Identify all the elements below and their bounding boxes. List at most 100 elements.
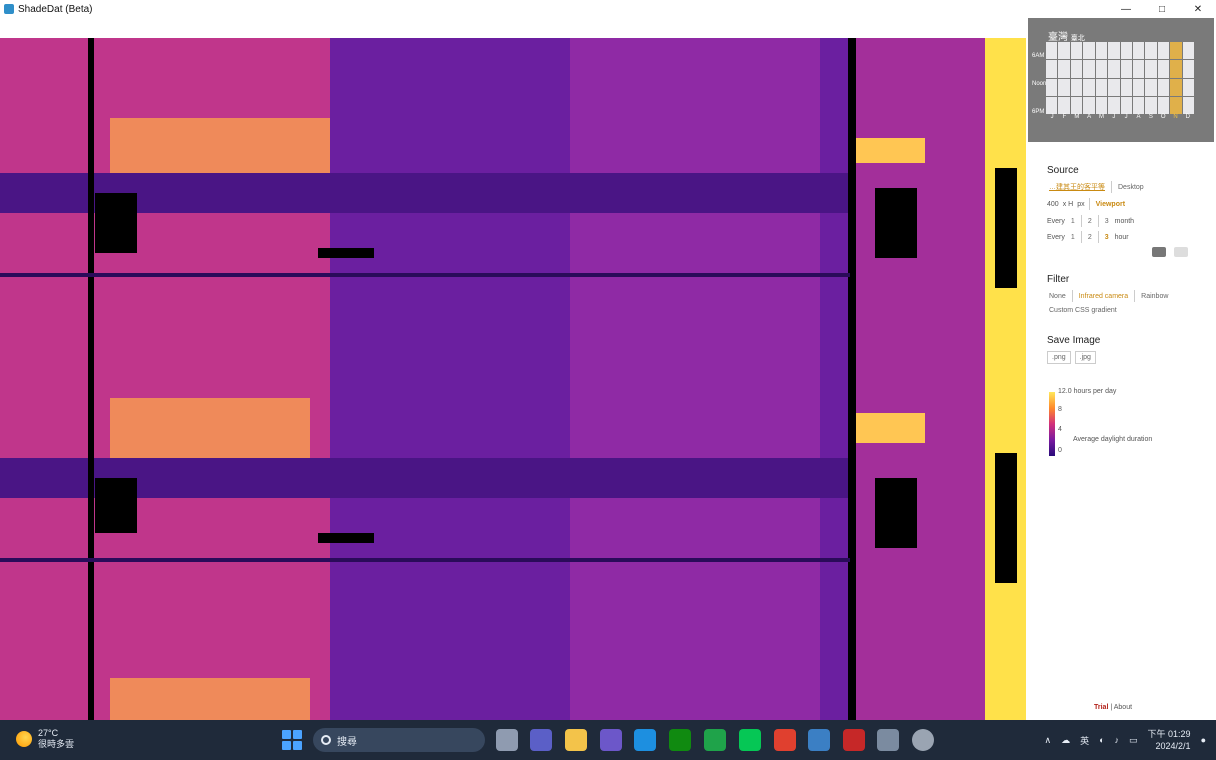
acrobat-icon[interactable]	[843, 729, 865, 751]
ime-indicator[interactable]: 英	[1080, 734, 1089, 747]
filter-rainbow[interactable]: Rainbow	[1139, 292, 1170, 301]
calendar-cell[interactable]	[1058, 60, 1070, 78]
file-explorer-icon[interactable]	[565, 729, 587, 751]
calendar-cell[interactable]	[1182, 96, 1194, 114]
calendar-cell[interactable]	[1145, 96, 1157, 114]
calendar-cell[interactable]	[1132, 60, 1145, 78]
calendar-cell[interactable]	[1120, 78, 1132, 96]
calendar-cell[interactable]	[1046, 96, 1058, 114]
calendar-cell[interactable]	[1108, 96, 1120, 114]
calendar-cell[interactable]	[1132, 42, 1145, 60]
calendar-grid[interactable]	[1046, 42, 1194, 114]
calendar-cell[interactable]	[1157, 96, 1170, 114]
volume-icon[interactable]: ♪	[1115, 735, 1120, 745]
chat-icon[interactable]	[530, 729, 552, 751]
calculator-icon[interactable]	[877, 729, 899, 751]
maximize-button[interactable]: □	[1144, 0, 1180, 18]
calendar-cell[interactable]	[1182, 78, 1194, 96]
calendar-cell[interactable]	[1132, 78, 1145, 96]
calendar-cell[interactable]	[1170, 78, 1182, 96]
wifi-icon[interactable]: ◐	[1099, 735, 1104, 745]
chevron-up-icon[interactable]: ∧	[1044, 735, 1051, 746]
month-label[interactable]: A	[1083, 114, 1095, 120]
calendar-cell[interactable]	[1070, 96, 1083, 114]
source-desktop-option[interactable]: Desktop	[1116, 183, 1146, 192]
calendar-cell[interactable]	[1046, 42, 1058, 60]
calendar-cell[interactable]	[1145, 78, 1157, 96]
month-label[interactable]: M	[1095, 114, 1107, 120]
trial-link[interactable]: Trial	[1094, 704, 1108, 711]
calendar-cell[interactable]	[1182, 42, 1194, 60]
filter-custom-css[interactable]: Custom CSS gradient	[1047, 306, 1119, 315]
calendar-cell[interactable]	[1145, 42, 1157, 60]
task-view-icon[interactable]	[496, 729, 518, 751]
filter-infrared[interactable]: Infrared camera	[1077, 292, 1130, 301]
month-label[interactable]: N	[1169, 114, 1181, 120]
app-icon-1[interactable]	[600, 729, 622, 751]
clock[interactable]: 下午 01:29 2024/2/1	[1148, 728, 1191, 752]
close-button[interactable]: ✕	[1180, 0, 1216, 18]
app-icon-2[interactable]	[912, 729, 934, 751]
calendar-cell[interactable]	[1070, 78, 1083, 96]
calendar-cell[interactable]	[1058, 42, 1070, 60]
sun-calendar-minimap[interactable]: 臺灣 臺北 6AM Noon 6PM JFMAMJJASOND	[1028, 18, 1214, 142]
camera-icon[interactable]	[1152, 247, 1166, 257]
calendar-cell[interactable]	[1058, 78, 1070, 96]
month-step-2[interactable]: 2	[1086, 217, 1094, 226]
calendar-cell[interactable]	[1145, 60, 1157, 78]
calendar-cell[interactable]	[1120, 42, 1132, 60]
taskbar-search[interactable]: 搜尋	[313, 728, 485, 752]
calendar-cell[interactable]	[1108, 42, 1120, 60]
hour-step-2[interactable]: 2	[1086, 233, 1094, 242]
month-step-1[interactable]: 1	[1069, 217, 1077, 226]
calendar-cell[interactable]	[1095, 96, 1108, 114]
about-link[interactable]: About	[1114, 704, 1132, 711]
save-jpg-button[interactable]: .jpg	[1074, 351, 1096, 364]
calendar-cell[interactable]	[1058, 96, 1070, 114]
height-input[interactable]: x H	[1063, 201, 1074, 208]
folder-icon[interactable]	[1174, 247, 1188, 257]
month-label[interactable]: J	[1046, 114, 1058, 120]
start-button[interactable]	[282, 730, 302, 750]
calendar-cell[interactable]	[1108, 60, 1120, 78]
notification-icon[interactable]: ●	[1201, 735, 1206, 745]
calendar-cell[interactable]	[1095, 78, 1108, 96]
month-label[interactable]: F	[1058, 114, 1070, 120]
calendar-cell[interactable]	[1070, 60, 1083, 78]
calendar-cell[interactable]	[1095, 42, 1108, 60]
viewport[interactable]	[0, 18, 1026, 720]
width-input[interactable]: 400	[1047, 201, 1059, 208]
month-label[interactable]: J	[1120, 114, 1132, 120]
calendar-cell[interactable]	[1132, 96, 1145, 114]
edge-icon[interactable]	[634, 729, 656, 751]
calendar-cell[interactable]	[1157, 42, 1170, 60]
calendar-cell[interactable]	[1182, 60, 1194, 78]
calendar-cell[interactable]	[1157, 78, 1170, 96]
calendar-cell[interactable]	[1108, 78, 1120, 96]
chrome-icon[interactable]	[774, 729, 796, 751]
save-png-button[interactable]: .png	[1047, 351, 1071, 364]
line-icon[interactable]	[739, 729, 761, 751]
month-step-3[interactable]: 3	[1103, 217, 1111, 226]
month-label[interactable]: D	[1182, 114, 1194, 120]
calendar-cell[interactable]	[1120, 96, 1132, 114]
hour-step-1[interactable]: 1	[1069, 233, 1077, 242]
calendar-cell[interactable]	[1170, 42, 1182, 60]
calendar-cell[interactable]	[1095, 60, 1108, 78]
calendar-cell[interactable]	[1170, 96, 1182, 114]
month-label[interactable]: M	[1071, 114, 1083, 120]
calendar-cell[interactable]	[1083, 60, 1095, 78]
minimize-button[interactable]: —	[1108, 0, 1144, 18]
calendar-cell[interactable]	[1046, 60, 1058, 78]
evernote-icon[interactable]	[704, 729, 726, 751]
month-label[interactable]: O	[1157, 114, 1169, 120]
month-label[interactable]: S	[1145, 114, 1157, 120]
month-label[interactable]: J	[1108, 114, 1120, 120]
xbox-icon[interactable]	[669, 729, 691, 751]
calendar-cell[interactable]	[1120, 60, 1132, 78]
battery-icon[interactable]: ▭	[1129, 735, 1138, 746]
cloud-icon[interactable]: ☁	[1061, 735, 1070, 746]
hour-step-3[interactable]: 3	[1103, 233, 1111, 242]
calendar-cell[interactable]	[1083, 42, 1095, 60]
month-label[interactable]: A	[1132, 114, 1144, 120]
